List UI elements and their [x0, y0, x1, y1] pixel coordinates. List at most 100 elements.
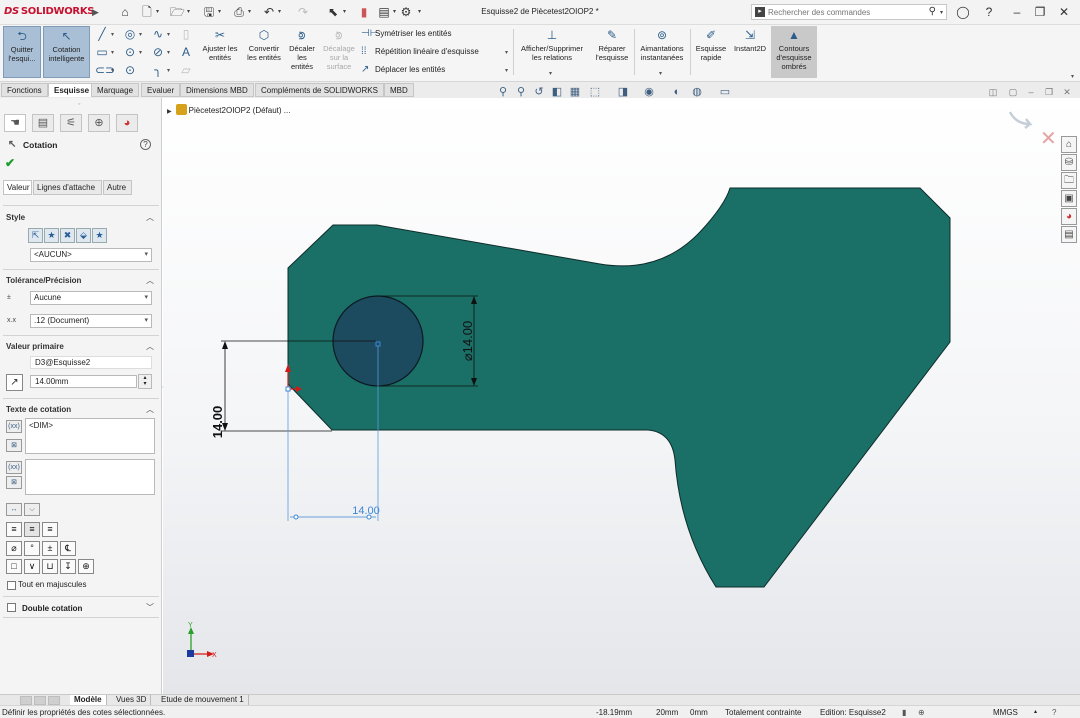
tab-lignes-attache[interactable]: Lignes d'attache: [33, 180, 102, 195]
point-tool-icon[interactable]: ⊙: [123, 63, 137, 77]
options-dropdown-icon[interactable]: ▾: [418, 8, 421, 15]
new-document-icon[interactable]: 🗋: [140, 5, 154, 19]
tab-marquage[interactable]: Marquage: [91, 83, 140, 97]
zoom-area-icon[interactable]: ⚲: [514, 85, 528, 99]
rebuild-traffic-light-icon[interactable]: ▮: [357, 5, 371, 19]
select-cursor-icon[interactable]: ⬉: [326, 5, 340, 19]
plus-minus-symbol-icon[interactable]: ±: [42, 541, 58, 556]
minimize-icon[interactable]: –: [1008, 4, 1026, 20]
cmdmgr-collapse-icon[interactable]: ▾: [1071, 73, 1074, 80]
select-dropdown-icon[interactable]: ▾: [343, 8, 346, 15]
countersink-symbol-icon[interactable]: ∨: [24, 559, 40, 574]
circle-dropdown-icon[interactable]: ▾: [139, 31, 142, 38]
displaymanager-tab-icon[interactable]: ◕: [116, 114, 138, 132]
style-select[interactable]: <AUCUN> ▾: [30, 248, 152, 262]
dimension-text-section-header[interactable]: Texte de cotation: [6, 405, 71, 414]
viewport-tile-icon[interactable]: ◫: [986, 85, 1000, 99]
open-folder-icon[interactable]: 🗁: [170, 5, 185, 19]
solidworks-logo[interactable]: DS SOLIDWORKS: [4, 6, 94, 17]
display-annotations-icon[interactable]: ⊕: [918, 707, 925, 718]
save-style-icon[interactable]: ⬙: [76, 228, 91, 243]
viewport-split-icon[interactable]: ▢: [1006, 85, 1020, 99]
reverse-direction-icon[interactable]: ↗: [6, 374, 23, 391]
justify-text-icon[interactable]: ↔: [6, 503, 22, 516]
circle-tool-icon[interactable]: ◎: [123, 27, 137, 41]
featuremanager-tab-icon[interactable]: ☚: [4, 114, 26, 132]
tab-mbd[interactable]: MBD: [384, 83, 414, 97]
dual-dimension-expand-chevron-icon[interactable]: ﹀: [146, 602, 154, 613]
dimension-name-field[interactable]: D3@Esquisse2: [30, 356, 152, 369]
options-gear-icon[interactable]: ⚙: [399, 5, 413, 19]
rebuild-status-icon[interactable]: ▮: [902, 707, 906, 718]
tolerance-type-select[interactable]: Aucune ▾: [30, 291, 152, 305]
redo-icon[interactable]: ↷: [296, 5, 310, 19]
repair-sketch-button[interactable]: ✎ Réparer l'esquisse: [592, 26, 632, 78]
rapid-sketch-button[interactable]: ✐ Esquisse rapide: [693, 26, 729, 78]
home-icon[interactable]: ⌂: [118, 5, 132, 19]
sketch-slot-icon[interactable]: ▯: [179, 27, 193, 41]
move-entities-button[interactable]: ↗ Déplacer les entités: [361, 63, 445, 77]
taskpane-home-icon[interactable]: ⌂: [1061, 136, 1077, 153]
previous-view-icon[interactable]: ↺: [532, 85, 546, 99]
quit-sketch-button[interactable]: ⮌ Quitter l'esqui...: [3, 26, 41, 78]
open-dropdown-icon[interactable]: ▾: [187, 8, 190, 15]
add-parentheses-icon[interactable]: (xx): [6, 420, 22, 433]
command-search-box[interactable]: ▸ ⚲ ▾: [751, 4, 947, 20]
style-section-header[interactable]: Style: [6, 213, 25, 222]
file-properties-icon[interactable]: ▤: [377, 5, 391, 19]
square-symbol-icon[interactable]: □: [6, 559, 22, 574]
save-icon[interactable]: 🖫: [202, 5, 216, 19]
undo-dropdown-icon[interactable]: ▾: [278, 8, 281, 15]
value-spinner[interactable]: ▴ ▾: [138, 374, 152, 389]
panel-grip-icon[interactable]: ◦: [78, 101, 80, 108]
restore-icon[interactable]: ❐: [1031, 4, 1049, 20]
convert-entities-button[interactable]: ⬡ Convertir les entités: [244, 26, 284, 78]
new-dropdown-icon[interactable]: ▾: [156, 8, 159, 15]
spline-dropdown-icon[interactable]: ▾: [167, 31, 170, 38]
diameter-symbol-icon[interactable]: ⌀: [6, 541, 22, 556]
add-parentheses-lower-icon[interactable]: (xx): [6, 461, 22, 474]
tab-dimensions-mbd[interactable]: Dimensions MBD: [180, 83, 254, 97]
rectangle-dropdown-icon[interactable]: ▾: [111, 49, 114, 56]
shaded-sketch-contours-button[interactable]: ▲ Contours d'esquisse ombrés: [771, 26, 817, 78]
tolerance-section-header[interactable]: Tolérance/Précision: [6, 276, 81, 285]
trim-entities-button[interactable]: ✂ Ajuster les entités: [199, 26, 241, 78]
tab-esquisse[interactable]: Esquisse: [48, 83, 96, 97]
tolerance-collapse-chevron-icon[interactable]: ︿: [146, 275, 154, 286]
units-dropdown-icon[interactable]: ▴: [1034, 707, 1037, 718]
ok-check-button[interactable]: ✔: [5, 156, 15, 170]
zoom-to-fit-icon[interactable]: ⚲: [496, 85, 510, 99]
view-orientation-icon[interactable]: ⬚: [588, 85, 602, 99]
smart-dimension-button[interactable]: ↖ Cotation intelligente: [43, 26, 90, 78]
tab-evaluer[interactable]: Evaluer: [141, 83, 181, 97]
tab-fonctions[interactable]: Fonctions: [1, 83, 48, 97]
dimension-text-upper[interactable]: <DIM>: [25, 418, 155, 454]
vertical-dimension-text[interactable]: 14.00: [210, 406, 225, 439]
more-symbols-icon[interactable]: ⊕: [78, 559, 94, 574]
taskpane-custom-properties-icon[interactable]: ▤: [1061, 226, 1077, 243]
move-dropdown-icon[interactable]: ▾: [505, 67, 508, 74]
dimension-value-field[interactable]: 14.00mm: [30, 375, 137, 388]
user-account-icon[interactable]: ◯: [954, 4, 972, 20]
dynamic-annotation-icon[interactable]: ▦: [568, 85, 582, 99]
ellipse-dropdown-icon[interactable]: ▾: [167, 49, 170, 56]
fillet-dropdown-icon[interactable]: ▾: [167, 67, 170, 74]
line-tool-icon[interactable]: ╱: [95, 27, 109, 41]
hide-show-items-icon[interactable]: ◉: [642, 85, 656, 99]
close-icon[interactable]: ✕: [1055, 4, 1073, 20]
inspection-lower-icon[interactable]: ⊠: [6, 476, 22, 489]
viewport-minimize-icon[interactable]: –: [1024, 85, 1038, 99]
apply-default-style-icon[interactable]: ⇱: [28, 228, 43, 243]
tab-autre[interactable]: Autre: [103, 180, 132, 195]
propertymanager-tab-icon[interactable]: ▤: [32, 114, 54, 132]
horizontal-dimension-text[interactable]: 14.00: [352, 505, 380, 517]
display-style-icon[interactable]: ◨: [616, 85, 630, 99]
dual-dimension-checkbox[interactable]: [7, 603, 16, 612]
viewport-close-icon[interactable]: ✕: [1060, 85, 1074, 99]
undo-icon[interactable]: ↶: [262, 5, 276, 19]
relations-dropdown-icon[interactable]: ▾: [549, 70, 552, 77]
degree-symbol-icon[interactable]: °: [24, 541, 40, 556]
uppercase-checkbox[interactable]: [7, 581, 16, 590]
taskpane-view-palette-icon[interactable]: ▣: [1061, 190, 1077, 207]
save-dropdown-icon[interactable]: ▾: [218, 8, 221, 15]
